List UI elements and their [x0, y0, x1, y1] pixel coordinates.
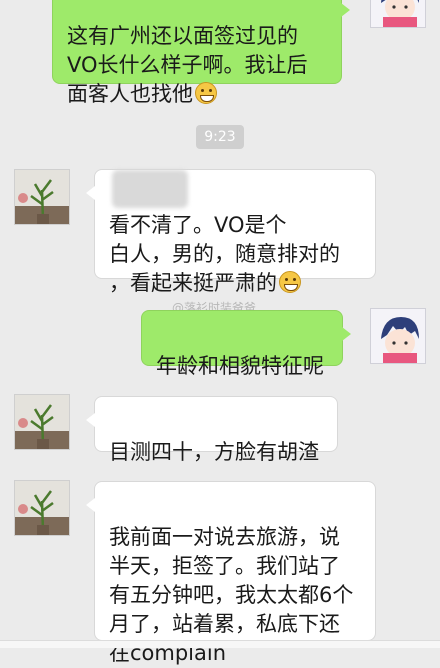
cartoon-avatar-icon — [371, 0, 425, 27]
contact-avatar[interactable] — [14, 169, 70, 225]
message-text: 看不清了。VO是个 白人，男的，随意排对的 ，看起来挺严肃的 — [109, 213, 340, 295]
plant-avatar-icon — [15, 481, 69, 535]
message-text: 目测四十，方脸有胡渣 — [109, 440, 319, 464]
plant-avatar-icon — [15, 170, 69, 224]
timestamp-label: 9:23 — [196, 125, 244, 149]
self-avatar[interactable] — [370, 308, 426, 364]
contact-avatar[interactable] — [14, 480, 70, 536]
message-bubble-outgoing-2[interactable]: 年龄和相貌特征呢 — [141, 310, 351, 378]
message-bubble-incoming-3[interactable]: 我前面一对说去旅游，说 半天，拒签了。我们站了 有五分钟吧，我太太都6个 月了，… — [86, 481, 376, 665]
grinning-emoji-icon — [195, 82, 217, 104]
blurred-name-patch — [112, 170, 188, 208]
cartoon-avatar-icon — [371, 309, 425, 363]
message-bubble-incoming-2[interactable]: 目测四十，方脸有胡渣 — [86, 396, 338, 464]
message-bubble-outgoing-1[interactable]: 这有广州还以面签过见的 VO长什么样子啊。我让后 面客人也找他 — [52, 0, 350, 106]
contact-avatar[interactable] — [14, 394, 70, 450]
plant-avatar-icon — [15, 395, 69, 449]
grinning-emoji-icon — [279, 271, 301, 293]
self-avatar[interactable] — [370, 0, 426, 28]
message-text: 年龄和相貌特征呢 — [156, 354, 324, 378]
message-text: 这有广州还以面签过见的 VO长什么样子啊。我让后 面客人也找他 — [67, 24, 308, 106]
